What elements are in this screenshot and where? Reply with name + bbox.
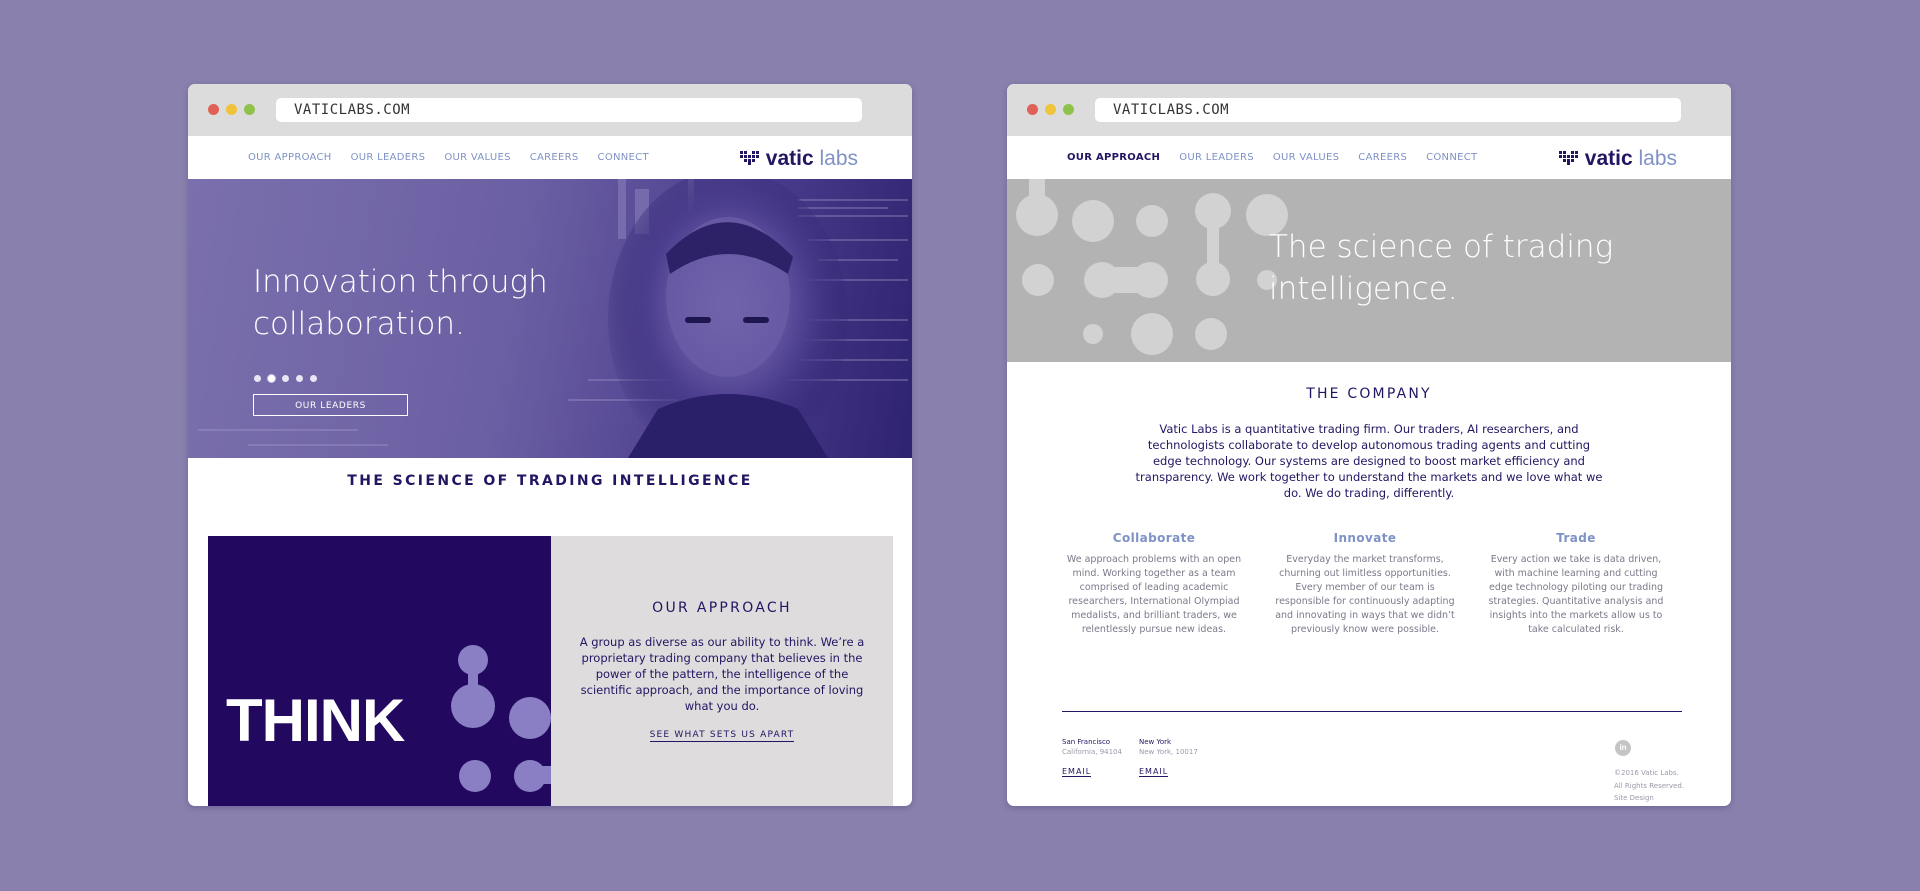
logo-text-labs: labs [1632,146,1677,170]
address-bar[interactable]: VATICLABS.COM [276,98,862,122]
browser-toolbar: VATICLABS.COM [188,84,912,136]
site-nav: OUR APPROACH OUR LEADERS OUR VALUES CARE… [1007,136,1731,179]
office-city: New York [1139,738,1172,746]
carousel-dot[interactable] [254,375,261,382]
close-window-button[interactable] [1027,104,1038,115]
molecule-graphic [451,645,551,792]
site-design-link[interactable]: Site Design [1614,792,1684,805]
value-body: We approach problems with an open mind. … [1066,554,1242,635]
nav-careers[interactable]: CAREERS [1358,152,1407,163]
site-nav: OUR APPROACH OUR LEADERS OUR VALUES CARE… [188,136,912,179]
nav-our-approach[interactable]: OUR APPROACH [1067,152,1160,163]
value-title: Collaborate [1112,531,1196,545]
site-logo[interactable]: vatic labs [1558,146,1677,170]
carousel-dot[interactable] [296,375,303,382]
nav-our-approach[interactable]: OUR APPROACH [248,152,332,163]
copyright-line: ©2016 Vatic Labs. [1614,769,1679,777]
page-banner: The science of trading intelligence. [1007,179,1731,362]
email-link[interactable]: EMAIL [1062,767,1092,777]
value-title: Innovate [1333,531,1397,545]
nav-our-values[interactable]: OUR VALUES [444,152,510,163]
minimize-window-button[interactable] [226,104,237,115]
approach-panel: OUR APPROACH A group as diverse as our a… [551,536,893,806]
maximize-window-button[interactable] [244,104,255,115]
nav-connect[interactable]: CONNECT [598,152,649,163]
see-what-sets-us-apart-link[interactable]: SEE WHAT SETS US APART [551,730,893,742]
carousel-pager [254,375,317,382]
value-title: Trade [1556,531,1596,545]
office-address: California, 94104 [1062,748,1122,756]
linkedin-icon[interactable]: in [1615,740,1631,756]
value-body: Every action we take is data driven, wit… [1488,554,1664,635]
hero-title: Innovation through collaboration. [253,264,548,342]
carousel-dot[interactable] [282,375,289,382]
browser-window-home: VATICLABS.COM OUR APPROACH OUR LEADERS O… [188,84,912,806]
think-panel: THINK [208,536,551,806]
logo-text-labs: labs [813,146,858,170]
office-address: New York, 10017 [1139,748,1198,756]
approach-body: A group as diverse as our ability to thi… [579,635,865,713]
company-body: Vatic Labs is a quantitative trading fir… [1135,422,1603,500]
value-body: Everyday the market transforms, churning… [1275,554,1455,635]
nav-connect[interactable]: CONNECT [1426,152,1477,163]
browser-toolbar: VATICLABS.COM [1007,84,1731,136]
copyright: ©2016 Vatic Labs. All Rights Reserved. S… [1614,767,1684,805]
value-column-trade: Trade Every action we take is data drive… [1484,531,1668,637]
pixel-heart-icon [1558,151,1578,165]
hero-carousel: Innovation through collaboration. OUR LE… [188,179,912,458]
site-logo[interactable]: vatic labs [739,146,858,170]
office-san-francisco: San Francisco California, 94104 EMAIL [1062,737,1122,777]
browser-window-approach: VATICLABS.COM OUR APPROACH OUR LEADERS O… [1007,84,1731,806]
carousel-dot[interactable] [310,375,317,382]
tagline: THE SCIENCE OF TRADING INTELLIGENCE [347,473,753,489]
our-leaders-button[interactable]: OUR LEADERS [253,394,408,416]
banner-title: The science of trading intelligence. [1269,229,1614,307]
nav-careers[interactable]: CAREERS [530,152,579,163]
approach-link-label[interactable]: SEE WHAT SETS US APART [649,730,795,742]
carousel-dot-active[interactable] [268,375,275,382]
minimize-window-button[interactable] [1045,104,1056,115]
value-column-collaborate: Collaborate We approach problems with an… [1062,531,1246,637]
footer-divider [1062,711,1682,712]
maximize-window-button[interactable] [1063,104,1074,115]
logo-text-vatic: vatic [1584,146,1633,170]
address-bar[interactable]: VATICLABS.COM [1095,98,1681,122]
value-column-innovate: Innovate Everyday the market transforms,… [1273,531,1457,637]
nav-our-values[interactable]: OUR VALUES [1273,152,1339,163]
company-title: THE COMPANY [1306,386,1432,402]
email-link[interactable]: EMAIL [1139,767,1169,777]
close-window-button[interactable] [208,104,219,115]
copyright-line: All Rights Reserved. [1614,781,1685,790]
nav-our-leaders[interactable]: OUR LEADERS [1179,152,1254,163]
office-new-york: New York New York, 10017 EMAIL [1139,737,1198,777]
nav-our-leaders[interactable]: OUR LEADERS [351,152,426,163]
pixel-heart-icon [739,151,759,165]
logo-text-vatic: vatic [765,146,814,170]
office-city: San Francisco [1062,738,1111,746]
approach-title: OUR APPROACH [652,600,792,616]
